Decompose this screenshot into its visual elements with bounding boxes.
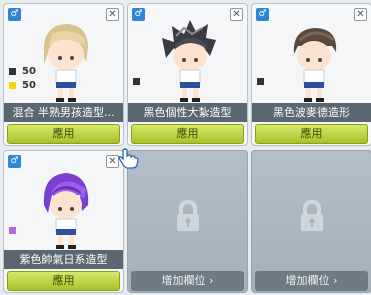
hair-style-name: 紫色帥氣日系造型 <box>4 250 123 269</box>
color-mix-swatches <box>133 74 146 88</box>
hair-style-name: 黑色波麥德造形 <box>252 103 371 122</box>
apply-button[interactable]: 應用 <box>7 124 120 144</box>
hair-style-slot-grid: ♂ ✕ 50 50 混合 半熟男孩造型... 應用 ♂ ✕ 黑色個性大紮造型 應… <box>0 0 371 295</box>
close-icon[interactable]: ✕ <box>354 8 367 21</box>
hair-style-name: 黑色個性大紮造型 <box>128 103 247 122</box>
avatar-pompadour-hair <box>293 28 337 102</box>
hair-style-name: 混合 半熟男孩造型... <box>4 103 123 122</box>
close-icon[interactable]: ✕ <box>106 8 119 21</box>
add-slot-button[interactable]: 增加欄位 › <box>131 271 244 291</box>
color-swatch-yellow <box>9 81 16 89</box>
hair-slot-card-3: ♂ ✕ 黑色波麥德造形 應用 <box>251 3 371 146</box>
hair-slot-card-2: ♂ ✕ 黑色個性大紮造型 應用 <box>127 3 248 146</box>
color-mix-swatches <box>9 223 22 237</box>
lock-icon <box>301 199 323 231</box>
locked-slot-1: 增加欄位 › <box>127 150 248 293</box>
lock-icon <box>177 199 199 231</box>
male-icon: ♂ <box>256 8 269 21</box>
male-icon: ♂ <box>8 155 21 168</box>
male-icon: ♂ <box>132 8 145 21</box>
apply-button[interactable]: 應用 <box>131 124 244 144</box>
color-mix-swatches <box>257 74 270 88</box>
hand-cursor-icon <box>118 148 139 169</box>
avatar-spiky-black-hair <box>162 20 216 102</box>
color-swatch-black <box>9 67 16 75</box>
hair-slot-card-4: ♂ ✕ 紫色帥氣日系造型 應用 <box>3 150 124 293</box>
apply-button[interactable]: 應用 <box>255 124 368 144</box>
add-slot-button[interactable]: 增加欄位 › <box>255 271 368 291</box>
locked-slot-2: 增加欄位 › <box>251 150 371 293</box>
close-icon[interactable]: ✕ <box>230 8 243 21</box>
hair-slot-card-1: ♂ ✕ 50 50 混合 半熟男孩造型... 應用 <box>3 3 124 146</box>
apply-button[interactable]: 應用 <box>7 271 120 291</box>
avatar-purple-hair <box>43 173 89 249</box>
color-swatch-black <box>133 77 140 85</box>
color-swatch-purple <box>9 226 16 234</box>
color-swatch-black <box>257 77 264 85</box>
avatar-blonde-hair <box>44 24 88 102</box>
male-icon: ♂ <box>8 8 21 21</box>
